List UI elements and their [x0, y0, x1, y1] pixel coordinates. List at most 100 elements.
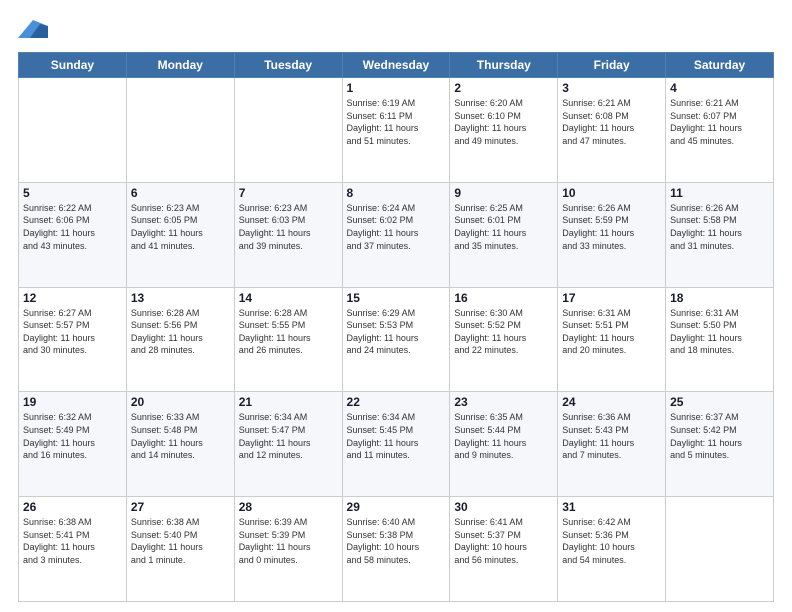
day-number: 25: [670, 395, 769, 409]
calendar-cell: 26 Sunrise: 6:38 AM Sunset: 5:41 PM Dayli…: [19, 497, 127, 602]
calendar-cell: 10Sunrise: 6:26 AM Sunset: 5:59 PM Dayli…: [558, 182, 666, 287]
logo: [18, 18, 52, 42]
day-info: Sunrise: 6:31 AM Sunset: 5:50 PM Dayligh…: [670, 307, 769, 357]
calendar-cell: [19, 78, 127, 183]
day-info: Sunrise: 6:23 AM Sunset: 6:05 PM Dayligh…: [131, 202, 230, 252]
day-info: Sunrise: 6:31 AM Sunset: 5:51 PM Dayligh…: [562, 307, 661, 357]
day-number: 5: [23, 186, 122, 200]
day-info: Sunrise: 6:42 AM Sunset: 5:36 PM Dayligh…: [562, 516, 661, 566]
day-number: 9: [454, 186, 553, 200]
day-number: 23: [454, 395, 553, 409]
day-number: 4: [670, 81, 769, 95]
day-info: Sunrise: 6:41 AM Sunset: 5:37 PM Dayligh…: [454, 516, 553, 566]
calendar-cell: 31 Sunrise: 6:42 AM Sunset: 5:36 PM Dayli…: [558, 497, 666, 602]
day-number: 27: [131, 500, 230, 514]
day-info: Sunrise: 6:26 AM Sunset: 5:58 PM Dayligh…: [670, 202, 769, 252]
calendar-cell: 15 Sunrise: 6:29 AM Sunset: 5:53 PM Dayli…: [342, 287, 450, 392]
logo-icon: [18, 18, 48, 42]
calendar-cell: 29 Sunrise: 6:40 AM Sunset: 5:38 PM Dayli…: [342, 497, 450, 602]
day-number: 6: [131, 186, 230, 200]
day-number: 17: [562, 291, 661, 305]
day-info: Sunrise: 6:21 AM Sunset: 6:08 PM Dayligh…: [562, 97, 661, 147]
weekday-header-saturday: Saturday: [666, 53, 774, 78]
calendar-cell: 7 Sunrise: 6:23 AM Sunset: 6:03 PM Daylig…: [234, 182, 342, 287]
day-info: Sunrise: 6:33 AM Sunset: 5:48 PM Dayligh…: [131, 411, 230, 461]
day-info: Sunrise: 6:28 AM Sunset: 5:56 PM Dayligh…: [131, 307, 230, 357]
calendar-cell: 9 Sunrise: 6:25 AM Sunset: 6:01 PM Daylig…: [450, 182, 558, 287]
day-number: 29: [347, 500, 446, 514]
day-number: 28: [239, 500, 338, 514]
calendar-body: 1 Sunrise: 6:19 AM Sunset: 6:11 PM Daylig…: [19, 78, 774, 602]
day-info: Sunrise: 6:19 AM Sunset: 6:11 PM Dayligh…: [347, 97, 446, 147]
day-info: Sunrise: 6:28 AM Sunset: 5:55 PM Dayligh…: [239, 307, 338, 357]
calendar-cell: 30 Sunrise: 6:41 AM Sunset: 5:37 PM Dayli…: [450, 497, 558, 602]
calendar-cell: 12 Sunrise: 6:27 AM Sunset: 5:57 PM Dayli…: [19, 287, 127, 392]
day-number: 26: [23, 500, 122, 514]
day-info: Sunrise: 6:27 AM Sunset: 5:57 PM Dayligh…: [23, 307, 122, 357]
calendar-week-1: 5Sunrise: 6:22 AM Sunset: 6:06 PM Daylig…: [19, 182, 774, 287]
day-number: 20: [131, 395, 230, 409]
calendar-cell: 1 Sunrise: 6:19 AM Sunset: 6:11 PM Daylig…: [342, 78, 450, 183]
calendar-week-4: 26 Sunrise: 6:38 AM Sunset: 5:41 PM Dayli…: [19, 497, 774, 602]
calendar-cell: 16Sunrise: 6:30 AM Sunset: 5:52 PM Dayli…: [450, 287, 558, 392]
calendar-cell: 6 Sunrise: 6:23 AM Sunset: 6:05 PM Daylig…: [126, 182, 234, 287]
calendar-cell: 23 Sunrise: 6:35 AM Sunset: 5:44 PM Dayli…: [450, 392, 558, 497]
day-number: 18: [670, 291, 769, 305]
day-info: Sunrise: 6:39 AM Sunset: 5:39 PM Dayligh…: [239, 516, 338, 566]
day-info: Sunrise: 6:32 AM Sunset: 5:49 PM Dayligh…: [23, 411, 122, 461]
day-info: Sunrise: 6:37 AM Sunset: 5:42 PM Dayligh…: [670, 411, 769, 461]
day-number: 30: [454, 500, 553, 514]
calendar-cell: 11 Sunrise: 6:26 AM Sunset: 5:58 PM Dayli…: [666, 182, 774, 287]
page: SundayMondayTuesdayWednesdayThursdayFrid…: [0, 0, 792, 612]
day-info: Sunrise: 6:30 AM Sunset: 5:52 PM Dayligh…: [454, 307, 553, 357]
calendar-cell: [234, 78, 342, 183]
day-number: 7: [239, 186, 338, 200]
weekday-header-sunday: Sunday: [19, 53, 127, 78]
calendar-cell: 24 Sunrise: 6:36 AM Sunset: 5:43 PM Dayli…: [558, 392, 666, 497]
day-number: 15: [347, 291, 446, 305]
day-number: 19: [23, 395, 122, 409]
weekday-header-row: SundayMondayTuesdayWednesdayThursdayFrid…: [19, 53, 774, 78]
day-number: 2: [454, 81, 553, 95]
day-info: Sunrise: 6:29 AM Sunset: 5:53 PM Dayligh…: [347, 307, 446, 357]
day-number: 1: [347, 81, 446, 95]
day-info: Sunrise: 6:36 AM Sunset: 5:43 PM Dayligh…: [562, 411, 661, 461]
calendar-table: SundayMondayTuesdayWednesdayThursdayFrid…: [18, 52, 774, 602]
day-number: 3: [562, 81, 661, 95]
day-number: 11: [670, 186, 769, 200]
day-info: Sunrise: 6:25 AM Sunset: 6:01 PM Dayligh…: [454, 202, 553, 252]
day-info: Sunrise: 6:26 AM Sunset: 5:59 PM Dayligh…: [562, 202, 661, 252]
calendar-cell: 25 Sunrise: 6:37 AM Sunset: 5:42 PM Dayli…: [666, 392, 774, 497]
calendar-cell: 19 Sunrise: 6:32 AM Sunset: 5:49 PM Dayli…: [19, 392, 127, 497]
day-info: Sunrise: 6:40 AM Sunset: 5:38 PM Dayligh…: [347, 516, 446, 566]
day-number: 12: [23, 291, 122, 305]
calendar-cell: 20 Sunrise: 6:33 AM Sunset: 5:48 PM Dayli…: [126, 392, 234, 497]
calendar-week-3: 19 Sunrise: 6:32 AM Sunset: 5:49 PM Dayli…: [19, 392, 774, 497]
day-number: 21: [239, 395, 338, 409]
calendar-cell: 21Sunrise: 6:34 AM Sunset: 5:47 PM Dayli…: [234, 392, 342, 497]
calendar-cell: 3 Sunrise: 6:21 AM Sunset: 6:08 PM Daylig…: [558, 78, 666, 183]
calendar-week-0: 1 Sunrise: 6:19 AM Sunset: 6:11 PM Daylig…: [19, 78, 774, 183]
day-number: 31: [562, 500, 661, 514]
day-number: 14: [239, 291, 338, 305]
calendar-cell: [666, 497, 774, 602]
day-info: Sunrise: 6:20 AM Sunset: 6:10 PM Dayligh…: [454, 97, 553, 147]
calendar-cell: 2 Sunrise: 6:20 AM Sunset: 6:10 PM Daylig…: [450, 78, 558, 183]
day-info: Sunrise: 6:23 AM Sunset: 6:03 PM Dayligh…: [239, 202, 338, 252]
calendar-cell: 5Sunrise: 6:22 AM Sunset: 6:06 PM Daylig…: [19, 182, 127, 287]
day-info: Sunrise: 6:34 AM Sunset: 5:45 PM Dayligh…: [347, 411, 446, 461]
calendar-cell: 17 Sunrise: 6:31 AM Sunset: 5:51 PM Dayli…: [558, 287, 666, 392]
weekday-header-tuesday: Tuesday: [234, 53, 342, 78]
day-number: 22: [347, 395, 446, 409]
day-number: 8: [347, 186, 446, 200]
weekday-header-thursday: Thursday: [450, 53, 558, 78]
calendar-cell: [126, 78, 234, 183]
weekday-header-wednesday: Wednesday: [342, 53, 450, 78]
calendar-cell: 22 Sunrise: 6:34 AM Sunset: 5:45 PM Dayli…: [342, 392, 450, 497]
day-number: 24: [562, 395, 661, 409]
day-info: Sunrise: 6:38 AM Sunset: 5:40 PM Dayligh…: [131, 516, 230, 566]
day-info: Sunrise: 6:35 AM Sunset: 5:44 PM Dayligh…: [454, 411, 553, 461]
calendar-week-2: 12 Sunrise: 6:27 AM Sunset: 5:57 PM Dayli…: [19, 287, 774, 392]
day-info: Sunrise: 6:21 AM Sunset: 6:07 PM Dayligh…: [670, 97, 769, 147]
day-info: Sunrise: 6:38 AM Sunset: 5:41 PM Dayligh…: [23, 516, 122, 566]
